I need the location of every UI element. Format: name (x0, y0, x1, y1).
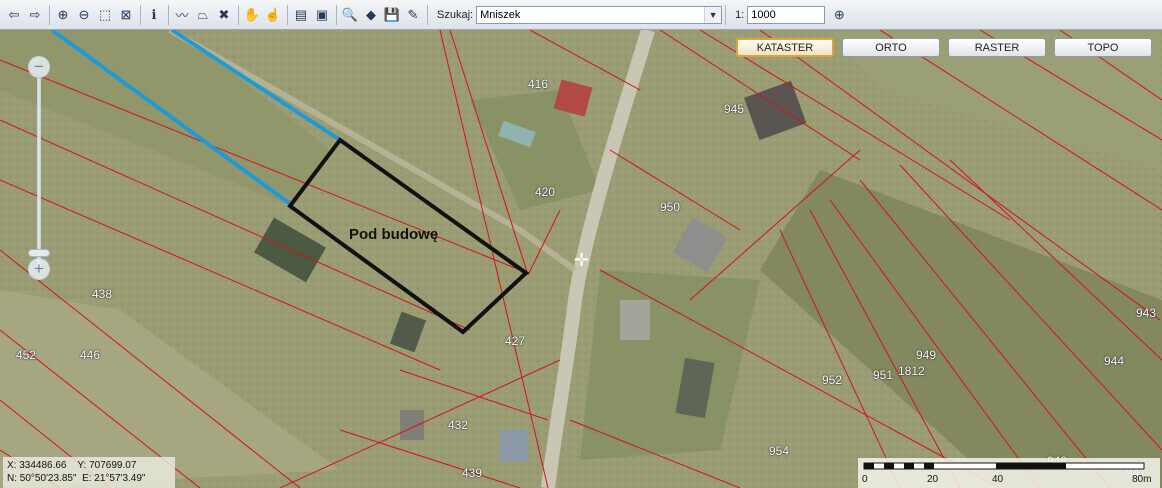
plot-annotation: Pod budowę (349, 226, 439, 243)
tool-buttons: ⇦ ⇨ ⊕ ⊖ ⬚ ⊠ ℹ 〰 ⏢ ✖ ✋ ☝ ▤ ▣ 🔍 ◆ 💾 ✎ (4, 4, 431, 25)
search-label: Szukaj: (437, 8, 474, 21)
toolbar-divider (140, 4, 141, 25)
parcel-label: 452 (16, 348, 37, 362)
zoom-slider-track[interactable] (28, 78, 50, 268)
scale-input[interactable] (747, 5, 826, 24)
parcel-label: 420 (535, 185, 556, 199)
layers-icon[interactable]: ▤ (291, 5, 311, 25)
parcel-label: 949 (916, 348, 937, 362)
toolbar-divider (168, 4, 169, 25)
parcel-label: 945 (724, 102, 745, 116)
zoom-out-icon[interactable]: ⊖ (74, 5, 94, 25)
layer-button-kataster[interactable]: KATASTER (736, 38, 834, 57)
scale-label-80: 80m (1132, 474, 1152, 485)
pan-hand-icon[interactable]: ✋ (242, 5, 262, 25)
coords-xy: X: 334486.66 Y: 707699.07 (7, 460, 137, 471)
info-icon[interactable]: ℹ (144, 5, 164, 25)
scale-label: 1: (735, 8, 745, 21)
map-view[interactable]: KATASTER ORTO RASTER TOPO Pod budowę 416 945… (0, 30, 1162, 488)
parcel-label: 438 (92, 287, 113, 301)
forward-arrow-icon[interactable]: ⇨ (25, 5, 45, 25)
layer-button-raster[interactable]: RASTER (948, 38, 1046, 57)
scale-label-0: 0 (862, 474, 868, 485)
parcel-label: 943 (1136, 306, 1157, 320)
add-layer-icon[interactable]: ▣ (312, 5, 332, 25)
save-icon[interactable]: 💾 (382, 5, 402, 25)
search-input[interactable] (477, 8, 705, 21)
parcel-label: 951 (873, 368, 894, 382)
edit-pen-icon[interactable]: ✎ (403, 5, 423, 25)
toolbar-divider (287, 4, 288, 25)
parcel-label: 439 (462, 466, 483, 480)
zoom-to-scale-icon[interactable]: ⊕ (829, 5, 849, 25)
layer-button-orto[interactable]: ORTO (842, 38, 940, 57)
parcel-label: 427 (505, 334, 526, 348)
parcel-label: 950 (660, 200, 681, 214)
parcel-label: 952 (822, 373, 843, 387)
scale-label-40: 40 (992, 474, 1004, 485)
measure-line-icon[interactable]: 〰 (172, 5, 192, 25)
clear-measure-icon[interactable]: ✖ (214, 5, 234, 25)
parcel-label: 416 (528, 77, 549, 91)
coordinate-readout: X: 334486.66 Y: 707699.07 N: 50°50'23.85… (3, 457, 175, 488)
pan-hand-alt-icon[interactable]: ☝ (263, 5, 283, 25)
scale-bar-graphic (863, 462, 1145, 470)
toolbar-divider (336, 4, 337, 25)
parcel-label: 954 (769, 444, 790, 458)
search-combobox[interactable]: ▼ (476, 5, 723, 24)
toolbar-divider (427, 4, 428, 25)
toolbar-divider (49, 4, 50, 25)
find-icon[interactable]: 🔍 (340, 5, 360, 25)
scale-label-20: 20 (927, 474, 939, 485)
toolbar-divider (725, 4, 727, 25)
zoom-out-button[interactable]: − (28, 56, 50, 78)
toolbar-divider (238, 4, 239, 25)
parcel-label: 944 (1104, 354, 1125, 368)
parcel-label: 446 (80, 348, 101, 362)
zoom-slider-handle[interactable] (28, 249, 50, 257)
zoom-in-icon[interactable]: ⊕ (53, 5, 73, 25)
measure-area-icon[interactable]: ⏢ (193, 5, 213, 25)
full-extent-icon[interactable]: ⊠ (116, 5, 136, 25)
zoom-control: − + (28, 56, 52, 286)
scale-bar: 0 20 40 80m (858, 458, 1160, 488)
parcel-label: 432 (448, 418, 469, 432)
chevron-down-icon[interactable]: ▼ (704, 6, 722, 23)
layer-button-topo[interactable]: TOPO (1054, 38, 1152, 57)
zoom-in-button[interactable]: + (28, 258, 50, 280)
back-arrow-icon[interactable]: ⇦ (4, 5, 24, 25)
coords-latlon: N: 50°50'23.85" E: 21°57'3.49" (7, 473, 146, 484)
parcel-label: 1812 (898, 364, 925, 378)
3d-view-icon[interactable]: ◆ (361, 5, 381, 25)
zoom-box-icon[interactable]: ⬚ (95, 5, 115, 25)
map-toolbar: ⇦⇨⊕⊖⬚⊠ℹ〰⏢✖✋☝▤▣🔍◆💾✎ Szukaj: ▼ 1: ⊕ (0, 0, 1162, 30)
crosshair-cursor-icon: ✛ (574, 250, 590, 270)
